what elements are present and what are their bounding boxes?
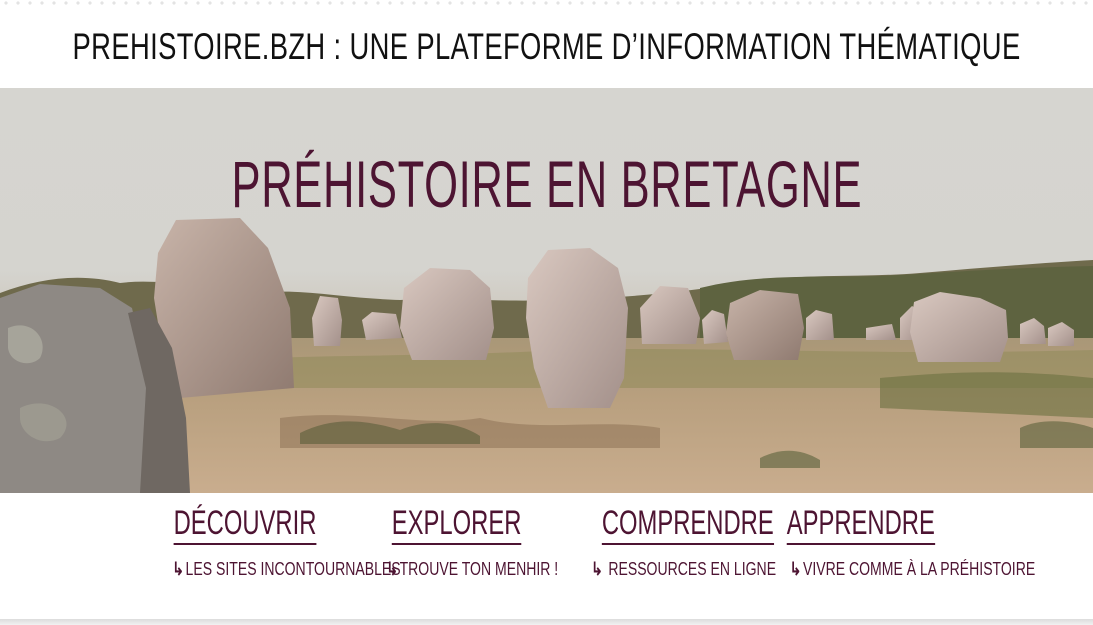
nav-sub-label: vivre comme à la préhistoire	[802, 559, 1036, 579]
nav-item-decouvrir: découvrir ↳les sites incontournables	[140, 503, 400, 580]
bottom-divider	[0, 619, 1093, 625]
nav-item-comprendre: comprendre ↳ ressources en ligne	[565, 503, 776, 580]
site-title[interactable]: PREHISTOIRE.BZH : UNE PLATEFORME D’INFOR…	[72, 26, 1020, 68]
return-arrow-icon: ↳	[789, 559, 802, 579]
nav-link-comprendre[interactable]: comprendre	[601, 503, 774, 545]
return-arrow-icon: ↳	[591, 559, 603, 579]
nav-link-explorer[interactable]: explorer	[392, 503, 522, 545]
nav-item-apprendre: apprendre ↳vivre comme à la préhistoire	[755, 503, 1035, 580]
nav-link-apprendre[interactable]: apprendre	[786, 503, 935, 545]
nav-sub-link-explorer[interactable]: ↳trouve ton menhir !	[386, 559, 558, 580]
hero-banner: Préhistoire en bretagne	[0, 88, 1093, 493]
nav-link-decouvrir[interactable]: découvrir	[173, 503, 317, 545]
main-navigation: découvrir ↳les sites incontournables exp…	[0, 493, 1093, 619]
hero-title-text: Préhistoire en bretagne	[231, 147, 862, 221]
return-arrow-icon: ↳	[172, 559, 184, 579]
nav-sub-label: trouve ton menhir !	[399, 559, 559, 579]
site-header: PREHISTOIRE.BZH : UNE PLATEFORME D’INFOR…	[0, 6, 1093, 88]
nav-item-explorer: explorer ↳trouve ton menhir !	[362, 503, 558, 580]
nav-sub-label: ressources en ligne	[604, 559, 777, 579]
nav-sub-link-comprendre[interactable]: ↳ ressources en ligne	[591, 559, 776, 580]
hero-title: Préhistoire en bretagne	[0, 146, 1093, 222]
return-arrow-icon: ↳	[386, 559, 399, 579]
nav-sub-link-apprendre[interactable]: ↳vivre comme à la préhistoire	[790, 559, 1036, 580]
